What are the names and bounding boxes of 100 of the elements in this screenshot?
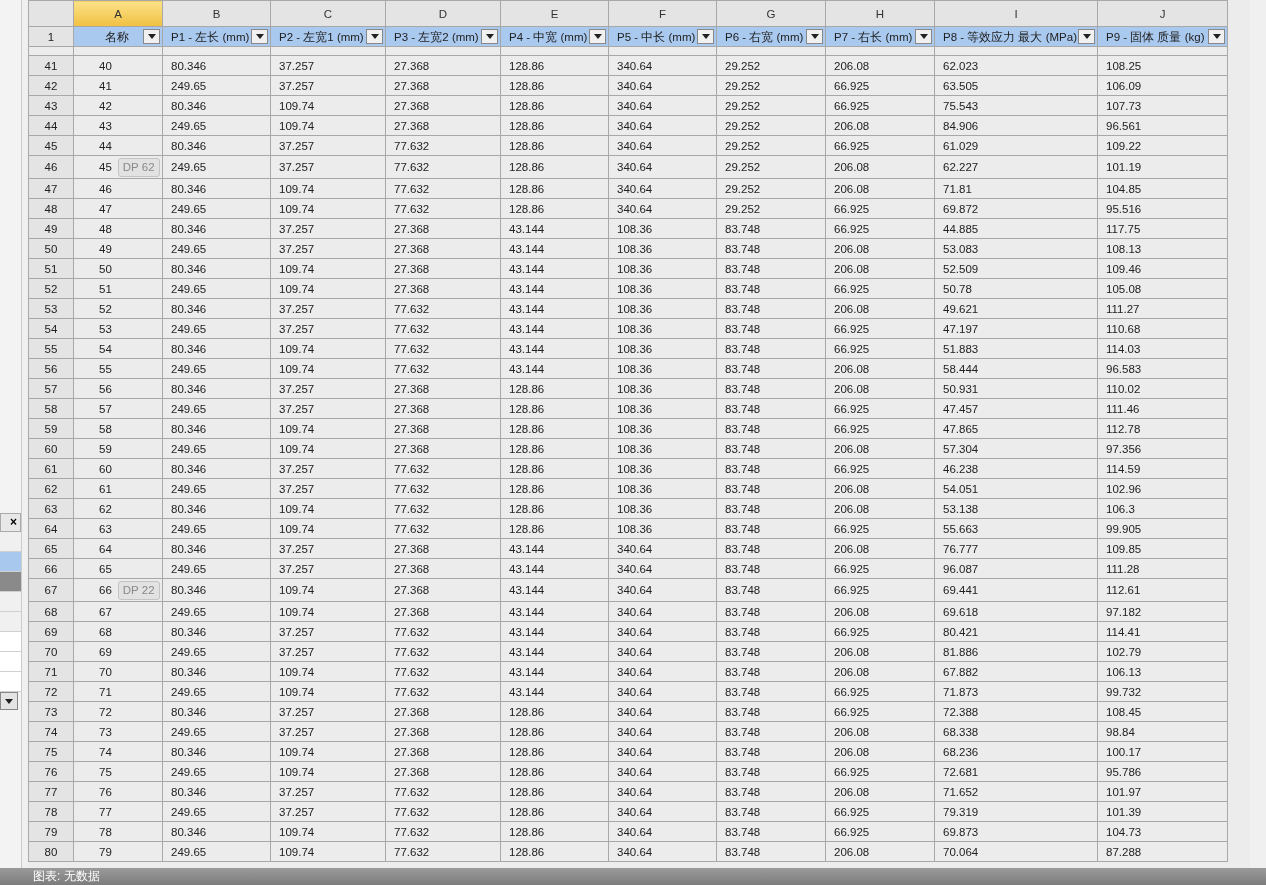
row-header[interactable]: 61	[28, 458, 74, 479]
row-header[interactable]: 63	[28, 498, 74, 519]
row-header[interactable]: 56	[28, 358, 74, 379]
row-header[interactable]: 44	[28, 115, 74, 136]
table-cell: 108.36	[608, 498, 717, 519]
filter-dropdown-button[interactable]	[1208, 29, 1225, 44]
row-header[interactable]: 46	[28, 155, 74, 179]
filter-dropdown-button[interactable]	[143, 29, 160, 44]
row-header[interactable]: 49	[28, 218, 74, 239]
row-header[interactable]: 54	[28, 318, 74, 339]
row-header[interactable]: 66	[28, 558, 74, 579]
table-cell: 128.86	[500, 378, 609, 399]
dropdown-button[interactable]	[0, 692, 18, 710]
table-cell: 340.64	[608, 641, 717, 662]
column-letter[interactable]: B	[162, 0, 271, 27]
table-cell: 44	[73, 135, 163, 156]
row-header[interactable]: 68	[28, 601, 74, 622]
table-cell: 340.64	[608, 75, 717, 96]
table-cell: 52	[73, 298, 163, 319]
column-letter[interactable]: H	[825, 0, 935, 27]
row-header[interactable]: 53	[28, 298, 74, 319]
row-header[interactable]: 60	[28, 438, 74, 459]
table-cell: 108.36	[608, 438, 717, 459]
row-header[interactable]: 47	[28, 178, 74, 199]
table-cell: 43.144	[500, 218, 609, 239]
row-header[interactable]: 59	[28, 418, 74, 439]
table-cell: 108.36	[608, 218, 717, 239]
table-cell: 99.905	[1097, 518, 1228, 539]
row-header[interactable]: 43	[28, 95, 74, 116]
row-header[interactable]: 50	[28, 238, 74, 259]
table-cell: 111.27	[1097, 298, 1228, 319]
row-header[interactable]: 52	[28, 278, 74, 299]
table-cell: 128.86	[500, 518, 609, 539]
row-header[interactable]: 80	[28, 841, 74, 862]
table-cell: 69.441	[934, 578, 1098, 602]
table-cell: 77.632	[385, 135, 501, 156]
table-cell: 80.346	[162, 741, 271, 762]
filter-dropdown-button[interactable]	[806, 29, 823, 44]
column-letter[interactable]: G	[716, 0, 826, 27]
table-cell: 37.257	[270, 398, 386, 419]
table-cell: 83.748	[716, 681, 826, 702]
table-cell: 29.252	[716, 55, 826, 76]
table-cell: 69.618	[934, 601, 1098, 622]
filter-dropdown-button[interactable]	[915, 29, 932, 44]
row-header[interactable]: 77	[28, 781, 74, 802]
column-letter[interactable]: C	[270, 0, 386, 27]
filter-dropdown-button[interactable]	[251, 29, 268, 44]
table-cell: 68.236	[934, 741, 1098, 762]
column-letter[interactable]: I	[934, 0, 1098, 27]
table-cell: 47.865	[934, 418, 1098, 439]
filter-dropdown-button[interactable]	[589, 29, 606, 44]
row-header[interactable]: 58	[28, 398, 74, 419]
table-cell: 77.632	[385, 681, 501, 702]
row-header[interactable]: 55	[28, 338, 74, 359]
row-header[interactable]: 73	[28, 701, 74, 722]
column-letter[interactable]: E	[500, 0, 609, 27]
filter-dropdown-button[interactable]	[481, 29, 498, 44]
table-cell: 51	[73, 278, 163, 299]
row-header[interactable]: 57	[28, 378, 74, 399]
column-letter[interactable]: A	[73, 0, 163, 27]
table-cell: 62	[73, 498, 163, 519]
row-header[interactable]: 79	[28, 821, 74, 842]
row-header[interactable]: 62	[28, 478, 74, 499]
row-header[interactable]: 67	[28, 578, 74, 602]
table-cell: 66.925	[825, 558, 935, 579]
column-letter[interactable]: F	[608, 0, 717, 27]
table-cell: 206.08	[825, 538, 935, 559]
row-header[interactable]: 70	[28, 641, 74, 662]
table-cell: 101.97	[1097, 781, 1228, 802]
table-cell: 83.748	[716, 518, 826, 539]
row-header[interactable]: 78	[28, 801, 74, 822]
table-cell: 102.96	[1097, 478, 1228, 499]
row-header[interactable]: 74	[28, 721, 74, 742]
row-header[interactable]: 64	[28, 518, 74, 539]
table-cell: 78	[73, 821, 163, 842]
table-cell: 128.86	[500, 115, 609, 136]
row-header[interactable]: 42	[28, 75, 74, 96]
row-header[interactable]: 48	[28, 198, 74, 219]
table-cell: 37.257	[270, 238, 386, 259]
row-header[interactable]: 75	[28, 741, 74, 762]
filter-dropdown-button[interactable]	[697, 29, 714, 44]
row-header[interactable]: 41	[28, 55, 74, 76]
row-header[interactable]: 65	[28, 538, 74, 559]
close-button[interactable]: ×	[0, 513, 21, 532]
filter-dropdown-button[interactable]	[366, 29, 383, 44]
row-header[interactable]: 51	[28, 258, 74, 279]
column-letter[interactable]: D	[385, 0, 501, 27]
table-cell: 61.029	[934, 135, 1098, 156]
row-header[interactable]: 72	[28, 681, 74, 702]
row-header[interactable]: 76	[28, 761, 74, 782]
table-cell: 206.08	[825, 498, 935, 519]
table-cell: 106.13	[1097, 661, 1228, 682]
row-header[interactable]: 1	[28, 26, 74, 47]
column-letter[interactable]: J	[1097, 0, 1228, 27]
table-cell: 70	[73, 661, 163, 682]
row-header[interactable]: 45	[28, 135, 74, 156]
row-header[interactable]: 69	[28, 621, 74, 642]
filter-dropdown-button[interactable]	[1078, 29, 1095, 44]
row-header[interactable]: 71	[28, 661, 74, 682]
table-cell: 340.64	[608, 115, 717, 136]
